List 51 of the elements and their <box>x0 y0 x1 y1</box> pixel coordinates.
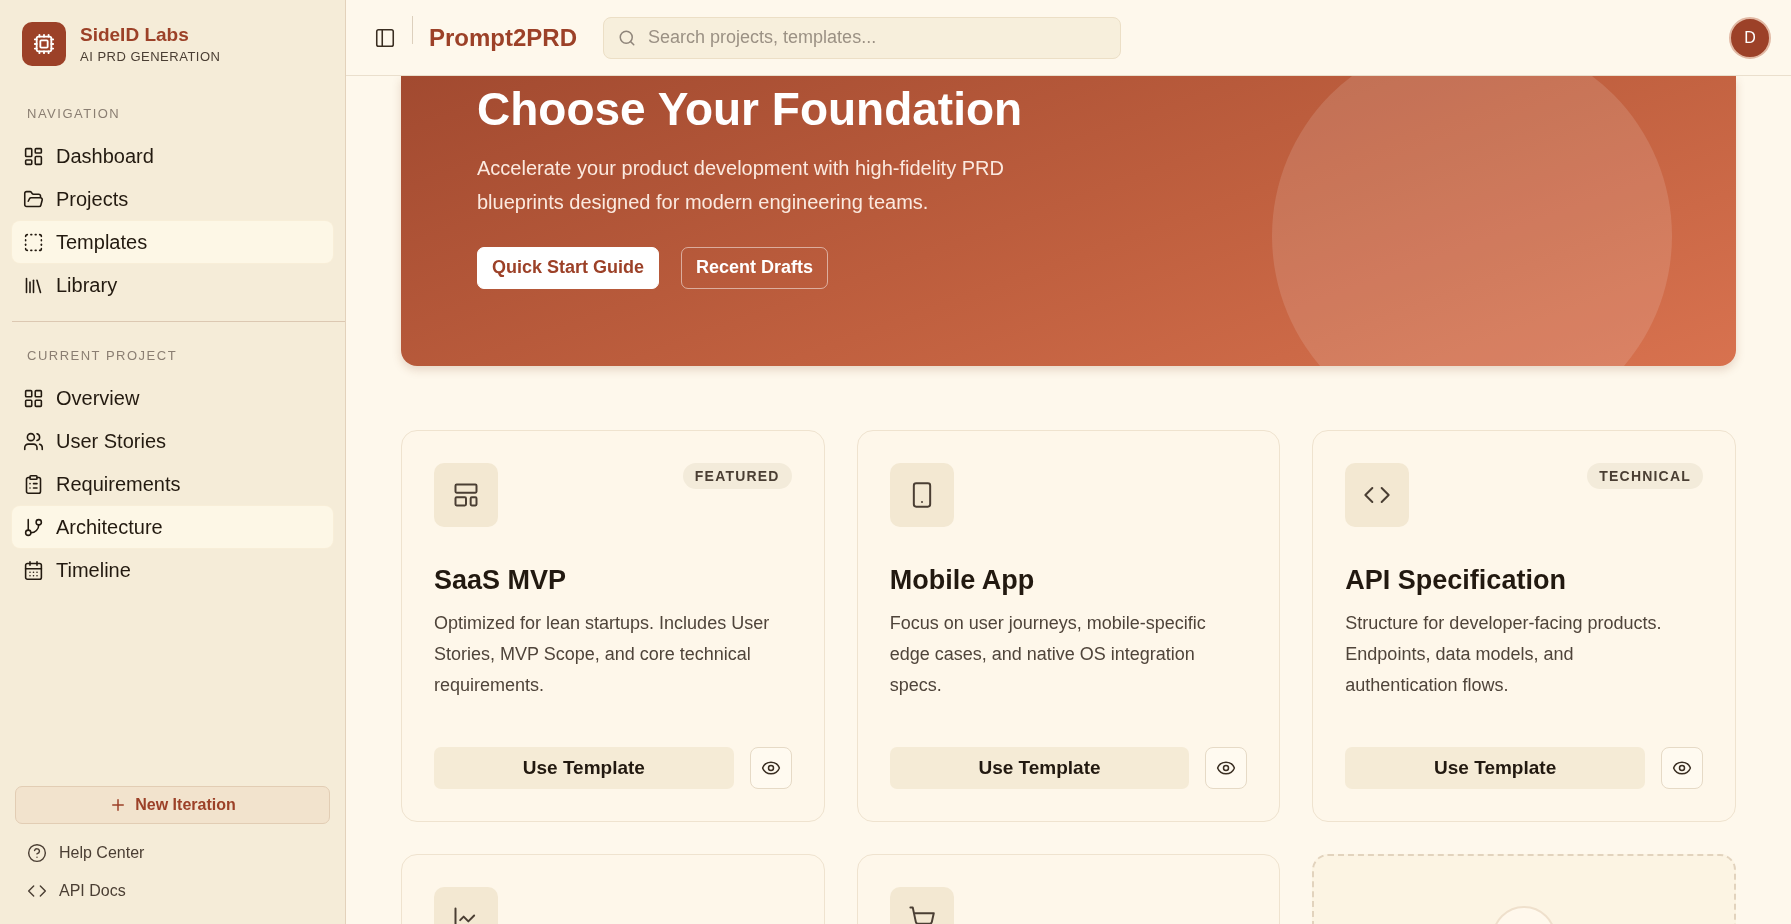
use-template-button[interactable]: Use Template <box>1345 747 1645 789</box>
dashed-square-icon <box>23 231 44 253</box>
hero-title: Choose Your Foundation <box>477 84 1024 135</box>
template-description: Optimized for lean startups. Includes User Stories, MVP Scope, and core technical requirements. <box>434 612 771 697</box>
sidebar-item[interactable]: User Stories <box>12 420 333 462</box>
primary-button[interactable]: Quick Start Guide <box>477 246 660 289</box>
use-template-button[interactable]: Use Template <box>889 747 1190 789</box>
new-iteration-button[interactable]: New Iteration <box>15 786 330 824</box>
brand-tagline: AI PRD GENERATION <box>80 49 221 64</box>
calendar-icon <box>23 559 44 581</box>
template-title: SaaS MVP <box>434 565 568 596</box>
app-title: Prompt2PRD <box>429 23 578 52</box>
template-description: Focus on user journeys, mobile-specific edge cases, and native OS integration specs. <box>889 612 1207 697</box>
sidebar-item[interactable]: Templates <box>12 221 333 263</box>
user-avatar[interactable]: D <box>1729 16 1771 59</box>
sidebar-item[interactable]: Overview <box>12 377 333 419</box>
search-icon <box>618 28 637 47</box>
template-title: API Specification <box>1345 565 1567 596</box>
grid-icon <box>23 387 44 409</box>
dashboard-icon <box>23 145 44 167</box>
preview-eye-icon[interactable] <box>1205 747 1248 789</box>
preview-eye-icon[interactable] <box>1661 747 1703 789</box>
template-badge: TECHNICAL <box>1587 463 1703 489</box>
brand-name: SideID Labs <box>80 24 190 46</box>
section-heading: NAVIGATION <box>26 106 122 121</box>
template-title: Mobile App <box>889 565 1036 596</box>
folder-icon <box>23 188 44 210</box>
users-icon <box>23 430 44 452</box>
footer-link[interactable]: API Docs <box>12 872 333 910</box>
sidebar-item[interactable]: Architecture <box>12 506 333 548</box>
layout-icon <box>434 463 498 527</box>
use-template-button[interactable]: Use Template <box>434 747 734 789</box>
hero-subtitle: Accelerate your product development with high-fidelity PRD blueprints designed for modern engineering teams. <box>477 155 1005 215</box>
sidebar-item[interactable]: Dashboard <box>12 135 333 177</box>
outline-button[interactable]: Recent Drafts <box>681 246 829 289</box>
clipboard-icon <box>23 473 44 495</box>
sidebar-item[interactable]: Requirements <box>12 463 333 505</box>
branch-icon <box>23 516 44 538</box>
sidebar-item[interactable]: Library <box>12 264 333 306</box>
sidebar-item[interactable]: Timeline <box>12 549 333 591</box>
sidebar-item[interactable]: Projects <box>12 178 333 220</box>
chip-logo-icon <box>22 22 66 66</box>
footer-link[interactable]: Help Center <box>12 834 333 872</box>
template-description: Structure for developer-facing products. Endpoints, data models, and authentication flows. <box>1345 612 1663 697</box>
phone-icon <box>889 463 954 527</box>
template-badge: FEATURED <box>682 463 792 489</box>
help-icon <box>27 843 47 863</box>
section-heading: CURRENT PROJECT <box>26 348 179 363</box>
code-icon <box>1345 463 1410 527</box>
preview-eye-icon[interactable] <box>749 747 792 789</box>
search-field[interactable]: Search projects, templates... <box>603 16 1122 59</box>
